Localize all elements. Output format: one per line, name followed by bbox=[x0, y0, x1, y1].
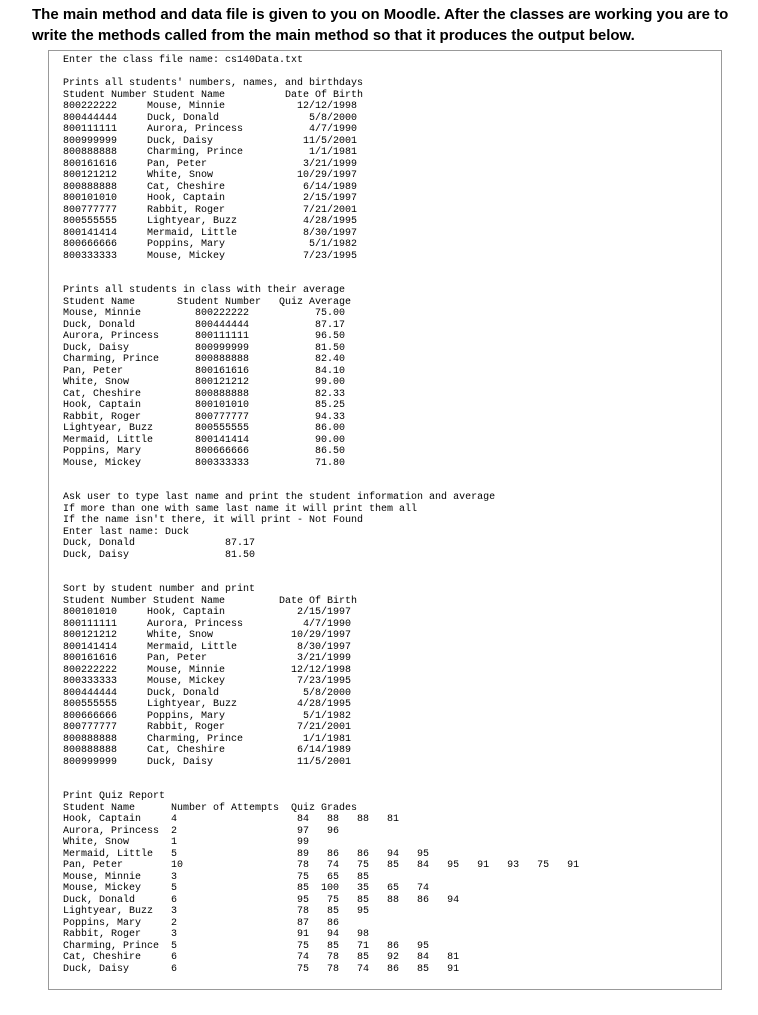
table-row: Cat, Cheshire 6 74 78 85 92 84 81 bbox=[63, 952, 459, 963]
table-row: White, Snow 800121212 99.00 bbox=[63, 377, 345, 388]
section2-header: Student Name Student Number Quiz Average bbox=[63, 297, 351, 308]
table-row: 800141414 Mermaid, Little 8/30/1997 bbox=[63, 642, 351, 653]
table-row: Hook, Captain 800101010 85.25 bbox=[63, 400, 345, 411]
table-row: Pan, Peter 800161616 84.10 bbox=[63, 366, 345, 377]
table-row: 800777777 Rabbit, Roger 7/21/2001 bbox=[63, 205, 357, 216]
program-output: Enter the class file name: cs140Data.txt… bbox=[48, 50, 722, 990]
section4-title: Sort by student number and print bbox=[63, 584, 255, 595]
table-row: 800111111 Aurora, Princess 4/7/1990 bbox=[63, 124, 357, 135]
table-row: Aurora, Princess 2 97 96 bbox=[63, 826, 339, 837]
table-row: Duck, Daisy 6 75 78 74 86 85 91 bbox=[63, 964, 459, 975]
table-row: Hook, Captain 4 84 88 88 81 bbox=[63, 814, 399, 825]
table-row: Mouse, Minnie 3 75 65 85 bbox=[63, 872, 369, 883]
section3-line: Duck, Donald 87.17 bbox=[63, 538, 255, 549]
instructions-text: The main method and data file is given t… bbox=[0, 0, 758, 50]
table-row: Mermaid, Little 800141414 90.00 bbox=[63, 435, 345, 446]
table-row: 800999999 Duck, Daisy 11/5/2001 bbox=[63, 136, 357, 147]
section1-header: Student Number Student Name Date Of Birt… bbox=[63, 90, 363, 101]
table-row: Mouse, Minnie 800222222 75.00 bbox=[63, 308, 345, 319]
table-row: Lightyear, Buzz 800555555 86.00 bbox=[63, 423, 345, 434]
table-row: Rabbit, Roger 3 91 94 98 bbox=[63, 929, 369, 940]
section3-line: If the name isn't there, it will print -… bbox=[63, 515, 363, 526]
section3-line: If more than one with same last name it … bbox=[63, 504, 417, 515]
table-row: 800555555 Lightyear, Buzz 4/28/1995 bbox=[63, 216, 357, 227]
table-row: 800888888 Cat, Cheshire 6/14/1989 bbox=[63, 745, 351, 756]
table-row: White, Snow 1 99 bbox=[63, 837, 309, 848]
table-row: Duck, Donald 800444444 87.17 bbox=[63, 320, 345, 331]
prompt-line: Enter the class file name: cs140Data.txt bbox=[63, 55, 303, 66]
table-row: 800999999 Duck, Daisy 11/5/2001 bbox=[63, 757, 351, 768]
table-row: 800121212 White, Snow 10/29/1997 bbox=[63, 170, 357, 181]
section2-title: Prints all students in class with their … bbox=[63, 285, 345, 296]
table-row: Charming, Prince 800888888 82.40 bbox=[63, 354, 345, 365]
table-row: 800161616 Pan, Peter 3/21/1999 bbox=[63, 653, 351, 664]
table-row: Duck, Donald 6 95 75 85 88 86 94 bbox=[63, 895, 459, 906]
table-row: 800333333 Mouse, Mickey 7/23/1995 bbox=[63, 676, 351, 687]
table-row: Mouse, Mickey 800333333 71.80 bbox=[63, 458, 345, 469]
section5-title: Print Quiz Report bbox=[63, 791, 165, 802]
table-row: 800161616 Pan, Peter 3/21/1999 bbox=[63, 159, 357, 170]
table-row: Mermaid, Little 5 89 86 86 94 95 bbox=[63, 849, 429, 860]
table-row: 800666666 Poppins, Mary 5/1/1982 bbox=[63, 239, 357, 250]
section5-header: Student Name Number of Attempts Quiz Gra… bbox=[63, 803, 357, 814]
table-row: 800666666 Poppins, Mary 5/1/1982 bbox=[63, 711, 351, 722]
section4-header: Student Number Student Name Date Of Birt… bbox=[63, 596, 357, 607]
table-row: Poppins, Mary 2 87 86 bbox=[63, 918, 339, 929]
table-row: 800333333 Mouse, Mickey 7/23/1995 bbox=[63, 251, 357, 262]
section3-line: Ask user to type last name and print the… bbox=[63, 492, 495, 503]
table-row: Lightyear, Buzz 3 78 85 95 bbox=[63, 906, 369, 917]
section1-title: Prints all students' numbers, names, and… bbox=[63, 78, 363, 89]
table-row: 800777777 Rabbit, Roger 7/21/2001 bbox=[63, 722, 351, 733]
table-row: 800888888 Charming, Prince 1/1/1981 bbox=[63, 147, 357, 158]
section3-line: Duck, Daisy 81.50 bbox=[63, 550, 255, 561]
table-row: 800444444 Duck, Donald 5/8/2000 bbox=[63, 688, 351, 699]
table-row: 800121212 White, Snow 10/29/1997 bbox=[63, 630, 351, 641]
table-row: 800101010 Hook, Captain 2/15/1997 bbox=[63, 607, 351, 618]
section3-line: Enter last name: Duck bbox=[63, 527, 189, 538]
table-row: 800111111 Aurora, Princess 4/7/1990 bbox=[63, 619, 351, 630]
table-row: 800555555 Lightyear, Buzz 4/28/1995 bbox=[63, 699, 351, 710]
table-row: Duck, Daisy 800999999 81.50 bbox=[63, 343, 345, 354]
table-row: Cat, Cheshire 800888888 82.33 bbox=[63, 389, 345, 400]
table-row: Poppins, Mary 800666666 86.50 bbox=[63, 446, 345, 457]
table-row: 800101010 Hook, Captain 2/15/1997 bbox=[63, 193, 357, 204]
table-row: 800888888 Cat, Cheshire 6/14/1989 bbox=[63, 182, 357, 193]
table-row: Aurora, Princess 800111111 96.50 bbox=[63, 331, 345, 342]
table-row: 800888888 Charming, Prince 1/1/1981 bbox=[63, 734, 351, 745]
table-row: 800222222 Mouse, Minnie 12/12/1998 bbox=[63, 665, 351, 676]
table-row: Pan, Peter 10 78 74 75 85 84 95 91 93 75… bbox=[63, 860, 579, 871]
table-row: Charming, Prince 5 75 85 71 86 95 bbox=[63, 941, 429, 952]
table-row: Mouse, Mickey 5 85 100 35 65 74 bbox=[63, 883, 429, 894]
table-row: 800444444 Duck, Donald 5/8/2000 bbox=[63, 113, 357, 124]
table-row: 800141414 Mermaid, Little 8/30/1997 bbox=[63, 228, 357, 239]
table-row: Rabbit, Roger 800777777 94.33 bbox=[63, 412, 345, 423]
table-row: 800222222 Mouse, Minnie 12/12/1998 bbox=[63, 101, 357, 112]
